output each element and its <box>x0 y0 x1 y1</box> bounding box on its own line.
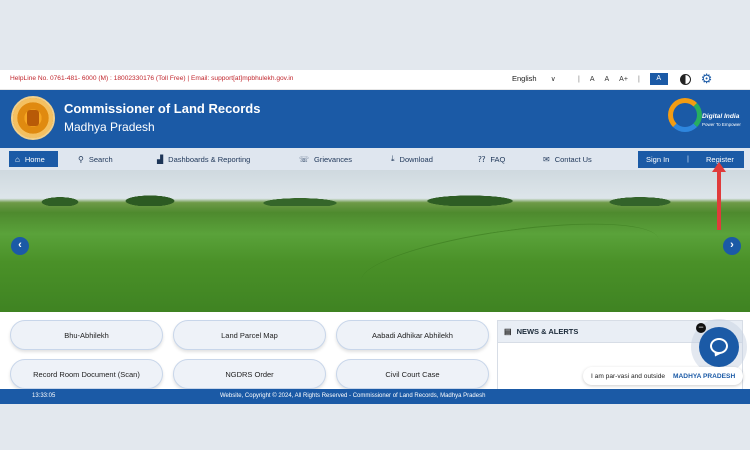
mp-emblem-logo <box>11 96 55 140</box>
digital-india-text: Digital India <box>702 113 740 120</box>
chat-tooltip-highlight: MADHYA PRADESH <box>673 372 736 380</box>
nav-download-label: Download <box>399 154 433 164</box>
nav-grievances-label: Grievances <box>314 154 352 164</box>
chat-icon <box>710 338 728 354</box>
nav-dashboards-label: Dashboards & Reporting <box>168 154 251 164</box>
divider: | <box>687 154 689 163</box>
auth-bar: Sign In | Register <box>638 151 744 168</box>
nav-home[interactable]: ⌂ Home <box>9 151 58 167</box>
font-normal-button[interactable]: A <box>605 76 610 83</box>
minimize-chat-icon[interactable]: − <box>696 323 706 333</box>
nav-faq-label: FAQ <box>490 154 506 164</box>
digital-india-tagline: Power To Empower <box>702 122 741 127</box>
download-icon: ⤓ <box>391 154 395 163</box>
gear-icon[interactable]: ⚙ <box>701 72 713 85</box>
home-icon: ⌂ <box>15 154 20 164</box>
newspaper-icon: ▤ <box>504 327 512 336</box>
service-civil-court-case[interactable]: Civil Court Case <box>336 359 489 389</box>
font-active-button[interactable]: A <box>649 73 668 85</box>
nav-faq[interactable]: ⁇ FAQ <box>478 152 505 166</box>
utility-bar: HelpLine No. 0761-481- 6000 (M) : 180023… <box>0 70 750 90</box>
service-aabadi-adhikar[interactable]: Aabadi Adhikar Abhilekh <box>336 320 489 350</box>
font-increase-button[interactable]: A+ <box>619 76 628 83</box>
site-title: Commissioner of Land Records <box>64 101 261 116</box>
font-decrease-button[interactable]: A <box>590 76 595 83</box>
site-subtitle: Madhya Pradesh <box>64 120 155 134</box>
nav-dashboards[interactable]: ▟ Dashboards & Reporting <box>157 152 250 166</box>
nav-search-label: Search <box>88 154 113 164</box>
nav-search[interactable]: ⚲ Search <box>78 152 113 166</box>
language-select[interactable]: English ∨ <box>512 74 556 83</box>
page: HelpLine No. 0761-481- 6000 (M) : 180023… <box>0 70 750 404</box>
chat-bubble-icon: ☏ <box>299 154 310 164</box>
footer: 13:33:05 Website, Copyright © 2024, All … <box>0 389 750 404</box>
nav-home-label: Home <box>24 154 45 164</box>
mail-icon: ✉ <box>543 154 550 164</box>
hero-banner: ‹ › <box>0 170 750 312</box>
service-ngdrs-order[interactable]: NGDRS Order <box>173 359 326 389</box>
chat-tooltip-text: I am par-vasi and outside <box>591 372 666 380</box>
language-label: English <box>512 74 537 83</box>
annotation-arrow <box>717 170 721 230</box>
digital-india-swirl-icon <box>668 98 702 132</box>
service-record-room[interactable]: Record Room Document (Scan) <box>10 359 163 389</box>
sign-in-button[interactable]: Sign In <box>646 155 669 164</box>
banner-field-path <box>357 209 663 311</box>
search-icon: ⚲ <box>78 154 84 164</box>
nav-download[interactable]: ⤓ Download <box>391 152 433 166</box>
nav-contact-label: Contact Us <box>554 154 592 164</box>
nav-contact[interactable]: ✉ Contact Us <box>543 152 592 166</box>
divider: | <box>578 75 580 83</box>
site-header: Commissioner of Land Records Madhya Prad… <box>0 90 750 148</box>
chat-tooltip[interactable]: I am par-vasi and outside MADHYA PRADESH <box>583 367 743 385</box>
divider: | <box>637 75 640 83</box>
digital-india-logo: Digital India Power To Empower <box>666 96 746 140</box>
chart-icon: ▟ <box>157 154 164 164</box>
helpline-text: HelpLine No. 0761-481- 6000 (M) : 180023… <box>10 75 294 82</box>
service-bhu-abhilekh[interactable]: Bhu-Abhilekh <box>10 320 163 350</box>
chatbot-button[interactable] <box>699 327 739 367</box>
news-title: NEWS & ALERTS <box>516 327 579 336</box>
banner-treeline <box>0 192 750 206</box>
footer-clock: 13:33:05 <box>32 393 56 399</box>
contrast-icon[interactable] <box>679 73 691 85</box>
nav-grievances[interactable]: ☏ Grievances <box>299 152 352 166</box>
faq-icon: ⁇ <box>478 154 486 164</box>
chevron-down-icon: ∨ <box>550 75 556 83</box>
carousel-next-button[interactable]: › <box>723 237 741 255</box>
footer-copyright: Website, Copyright © 2024, All Rights Re… <box>220 393 486 399</box>
accessibility-tools: | A A A+ | A ⚙ <box>578 72 722 85</box>
service-land-parcel-map[interactable]: Land Parcel Map <box>173 320 326 350</box>
main-nav: ⌂ Home ⚲ Search ▟ Dashboards & Reporting… <box>0 148 750 170</box>
carousel-prev-button[interactable]: ‹ <box>11 237 29 255</box>
